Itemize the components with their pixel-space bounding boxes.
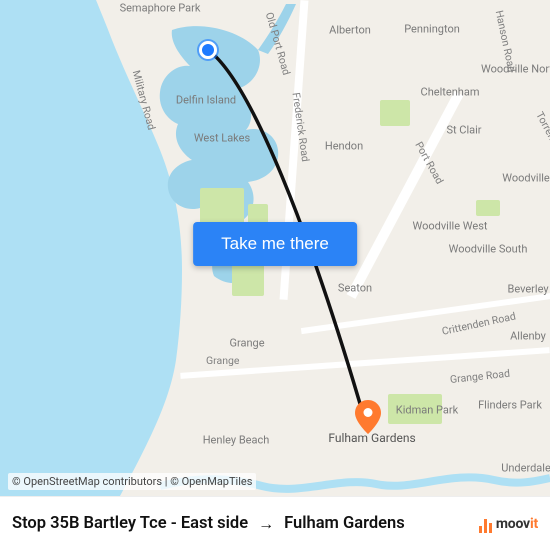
map-attribution: © OpenStreetMap contributors | © OpenMap…: [8, 473, 256, 490]
brand-name: moovit: [496, 516, 538, 532]
take-me-there-button[interactable]: Take me there: [193, 222, 357, 266]
park-patch: [232, 262, 264, 296]
moovit-bars-icon: [479, 515, 492, 533]
destination-label: Fulham Gardens: [284, 514, 405, 533]
park-patch: [388, 394, 442, 424]
origin-label: Stop 35B Bartley Tce - East side: [12, 514, 248, 533]
arrow-right-icon: →: [258, 514, 274, 534]
map-canvas[interactable]: Semaphore Park Alberton Pennington Delfi…: [0, 0, 550, 496]
park-patch: [476, 200, 500, 216]
brand-logo: moovit: [479, 515, 538, 533]
app-frame: Semaphore Park Alberton Pennington Delfi…: [0, 0, 550, 550]
park-patch: [380, 100, 410, 126]
route-summary-bar: Stop 35B Bartley Tce - East side → Fulha…: [0, 496, 550, 550]
